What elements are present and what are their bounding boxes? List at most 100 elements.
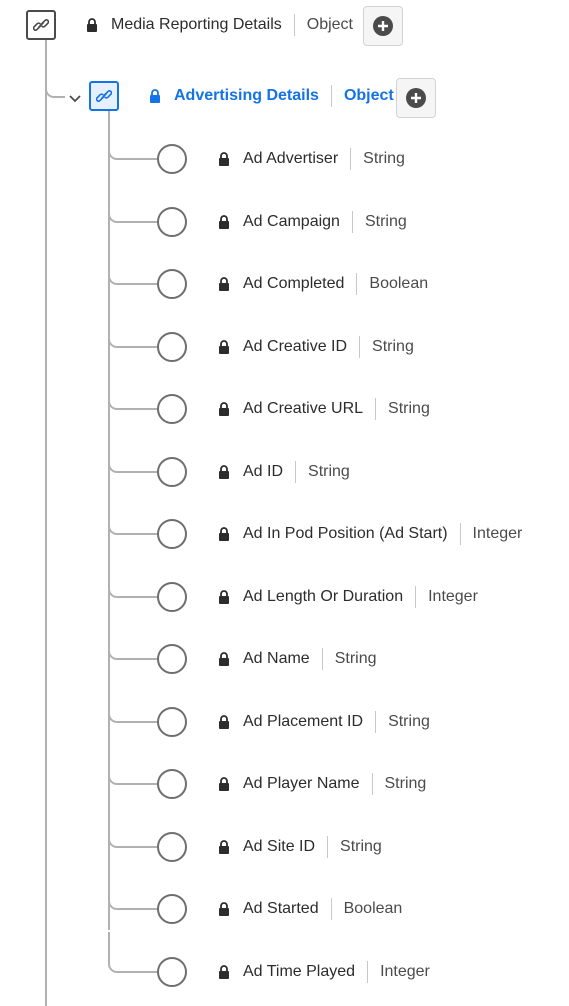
field-name: Ad ID: [243, 463, 284, 480]
field-type: String: [340, 838, 382, 855]
field-select-radio[interactable]: [157, 144, 187, 174]
lock-icon: [219, 840, 229, 854]
chevron-down-icon[interactable]: [68, 92, 82, 106]
lock-icon: [219, 902, 229, 916]
field-connector: [108, 307, 158, 348]
field-connector: [108, 619, 158, 660]
divider: [375, 398, 377, 420]
field-type: String: [363, 150, 405, 167]
field-type: Boolean: [369, 275, 429, 292]
field-row[interactable]: Ad Started Boolean: [218, 897, 402, 921]
field-type: Integer: [428, 588, 478, 605]
divider: [321, 648, 323, 670]
field-select-radio[interactable]: [157, 457, 187, 487]
field-type: String: [334, 650, 377, 667]
divider: [367, 961, 369, 983]
field-connector: [108, 557, 158, 598]
field-name: Ad In Pod Position (Ad Start): [243, 525, 448, 542]
lock-icon: [219, 152, 229, 166]
field-select-radio[interactable]: [157, 707, 187, 737]
field-name: Ad Campaign: [243, 213, 340, 230]
field-type: String: [372, 338, 414, 355]
divider: [293, 14, 295, 36]
divider: [356, 273, 358, 295]
root-link-icon[interactable]: [26, 10, 56, 40]
child-field-type: Object: [343, 87, 394, 104]
divider: [371, 773, 373, 795]
field-connector: [108, 369, 158, 410]
root-tree-line: [45, 38, 47, 1006]
lock-icon: [87, 18, 97, 32]
field-row[interactable]: Ad Site ID String: [218, 835, 382, 859]
field-select-radio[interactable]: [157, 894, 187, 924]
field-type: String: [388, 400, 430, 417]
field-select-radio[interactable]: [157, 332, 187, 362]
field-select-radio[interactable]: [157, 769, 187, 799]
divider: [295, 461, 297, 483]
field-type: Boolean: [343, 900, 403, 917]
field-row[interactable]: Ad Name String: [218, 647, 377, 671]
add-icon: [373, 16, 393, 36]
root-field-row[interactable]: Media Reporting Details Object: [86, 13, 353, 37]
field-row[interactable]: Ad Player Name String: [218, 772, 426, 796]
field-row[interactable]: Ad Campaign String: [218, 210, 407, 234]
field-select-radio[interactable]: [157, 394, 187, 424]
divider: [351, 211, 353, 233]
field-type: Integer: [472, 525, 523, 542]
field-row[interactable]: Ad Advertiser String: [218, 147, 405, 171]
field-name: Ad Placement ID: [243, 713, 364, 730]
field-row[interactable]: Ad Completed Boolean: [218, 272, 428, 296]
add-icon: [406, 88, 426, 108]
lock-icon: [219, 215, 229, 229]
field-row[interactable]: Ad Creative URL String: [218, 397, 430, 421]
lock-icon: [150, 89, 160, 103]
field-row[interactable]: Ad Time Played Integer: [218, 960, 430, 984]
lock-icon: [219, 402, 229, 416]
field-row[interactable]: Ad Length Or Duration Integer: [218, 585, 478, 609]
lock-icon: [219, 715, 229, 729]
child-connector: [45, 72, 65, 98]
root-add-field-button[interactable]: [363, 6, 403, 46]
field-name: Ad Creative ID: [243, 338, 348, 355]
lock-icon: [219, 465, 229, 479]
field-name: Ad Site ID: [243, 838, 316, 855]
field-select-radio[interactable]: [157, 519, 187, 549]
lock-icon: [219, 340, 229, 354]
child-field-name: Advertising Details: [174, 87, 319, 104]
field-connector: [108, 494, 158, 535]
field-connector: [108, 932, 158, 973]
lock-icon: [219, 777, 229, 791]
field-type: String: [388, 713, 430, 730]
child-field-row[interactable]: Advertising Details Object: [149, 84, 394, 108]
field-type: String: [308, 463, 350, 480]
root-field-type: Object: [306, 16, 353, 33]
field-name: Ad Player Name: [243, 775, 360, 792]
field-select-radio[interactable]: [157, 269, 187, 299]
field-connector: [108, 119, 158, 160]
field-row[interactable]: Ad Placement ID String: [218, 710, 430, 734]
field-select-radio[interactable]: [157, 832, 187, 862]
field-name: Ad Name: [243, 650, 310, 667]
field-connector: [108, 244, 158, 285]
field-row[interactable]: Ad ID String: [218, 460, 350, 484]
field-name: Ad Time Played: [243, 963, 356, 980]
field-select-radio[interactable]: [157, 957, 187, 987]
field-connector: [108, 744, 158, 785]
field-select-radio[interactable]: [157, 582, 187, 612]
divider: [459, 523, 461, 545]
lock-icon: [219, 652, 229, 666]
field-select-radio[interactable]: [157, 207, 187, 237]
field-select-radio[interactable]: [157, 644, 187, 674]
lock-icon: [219, 277, 229, 291]
field-connector: [108, 682, 158, 723]
field-row[interactable]: Ad In Pod Position (Ad Start) Integer: [218, 522, 522, 546]
child-link-icon[interactable]: [89, 81, 119, 111]
child-add-field-button[interactable]: [396, 78, 436, 118]
field-connector: [108, 182, 158, 223]
divider: [350, 148, 352, 170]
field-row[interactable]: Ad Creative ID String: [218, 335, 414, 359]
field-name: Ad Started: [243, 900, 319, 917]
lock-icon: [219, 965, 229, 979]
divider: [327, 836, 329, 858]
lock-icon: [219, 527, 229, 541]
